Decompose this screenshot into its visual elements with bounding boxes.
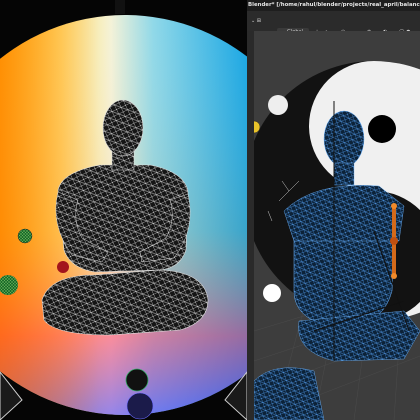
dark-sphere [125, 368, 149, 392]
3d-viewport[interactable] [254, 31, 420, 420]
frame-tab [115, 0, 125, 14]
render-image [0, 0, 247, 420]
blue-sphere [126, 392, 154, 420]
red-sphere [57, 261, 69, 273]
blender-window: Blender* [/home/rahul/blender/projects/r… [247, 0, 420, 420]
tool-shelf[interactable] [247, 31, 254, 420]
viewport-icons[interactable]: ⌄ ⊞ [251, 17, 261, 25]
viewport-scene [254, 61, 420, 420]
render-preview [0, 0, 247, 420]
window-title: Blender* [/home/rahul/blender/projects/r… [247, 0, 420, 11]
viewport-header: ⌄ ⊞ Global ⊹ ⌕ ◎ ◉ ◐ ◯ ● [247, 11, 420, 36]
small-sphere [17, 228, 33, 244]
